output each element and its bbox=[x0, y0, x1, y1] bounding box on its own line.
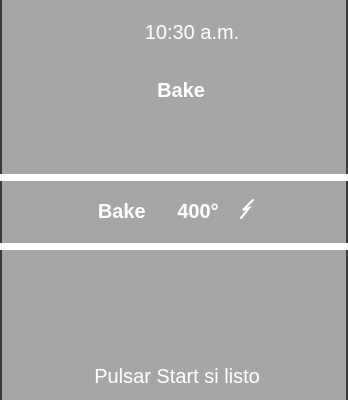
temperature-readout: 400° bbox=[177, 200, 219, 223]
lightning-bolt-icon bbox=[238, 198, 256, 226]
header-panel: 10:30 a.m. Bake bbox=[0, 0, 348, 174]
mode-title: Bake bbox=[157, 80, 205, 102]
clock-display: 10:30 a.m. bbox=[144, 22, 240, 44]
start-prompt: Pulsar Start si listo bbox=[94, 366, 260, 388]
status-mode-label: Bake bbox=[97, 200, 146, 223]
prompt-panel: Pulsar Start si listo bbox=[0, 250, 348, 400]
status-bar: Bake 400° bbox=[0, 181, 348, 243]
status-row: Bake 400° bbox=[2, 198, 346, 226]
